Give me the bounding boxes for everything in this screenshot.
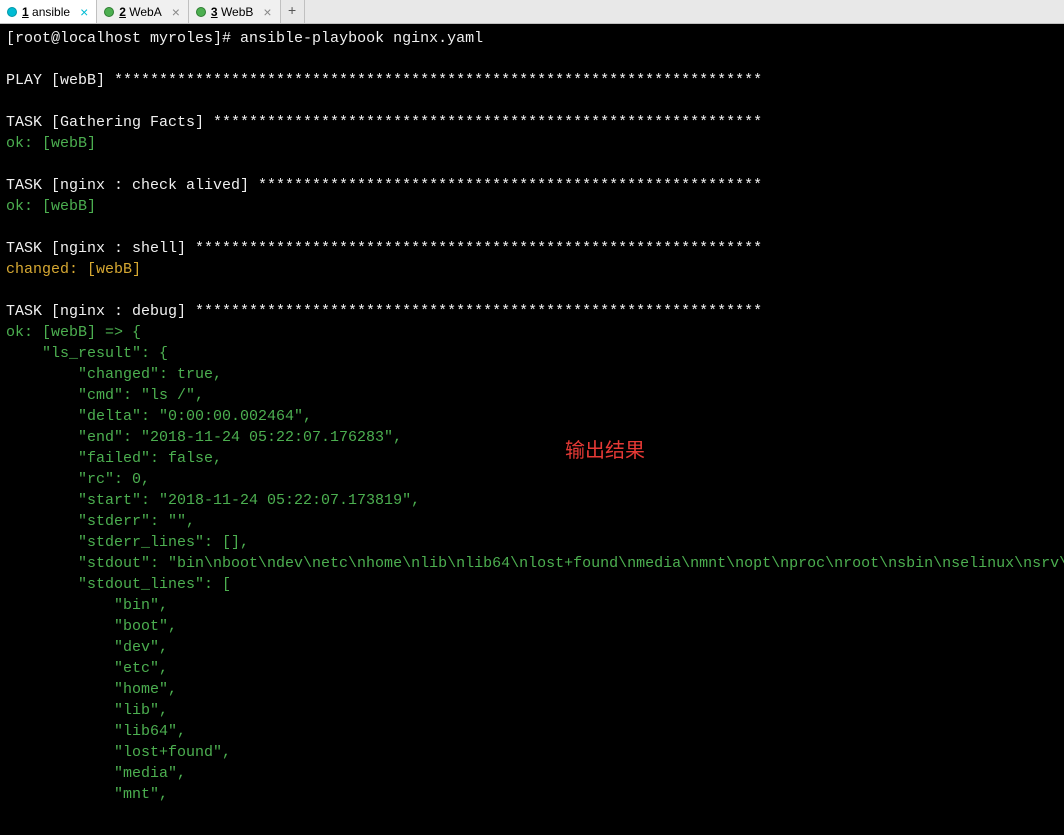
- terminal-line: "ls_result": {: [6, 345, 168, 362]
- terminal-line: "stderr_lines": [],: [6, 534, 249, 551]
- terminal-line: TASK [nginx : debug] *******************…: [6, 303, 762, 320]
- terminal-line: "end": "2018-11-24 05:22:07.176283",: [6, 429, 402, 446]
- terminal-line: TASK [nginx : shell] *******************…: [6, 240, 762, 257]
- shell-prompt: [root@localhost myroles]#: [6, 30, 240, 47]
- terminal-line: "etc",: [6, 660, 168, 677]
- tab-label: 3 WebB: [211, 5, 253, 19]
- terminal-line: "dev",: [6, 639, 168, 656]
- tab-weba[interactable]: 2 WebA ×: [97, 0, 189, 23]
- tab-bar: 1 ansible × 2 WebA × 3 WebB × +: [0, 0, 1064, 24]
- terminal-line: "stderr": "",: [6, 513, 195, 530]
- terminal-line: "lost+found",: [6, 744, 231, 761]
- connection-status-icon: [105, 8, 113, 16]
- tab-ansible[interactable]: 1 ansible ×: [0, 0, 97, 23]
- terminal-line: "lib64",: [6, 723, 186, 740]
- terminal-line: "changed": true,: [6, 366, 222, 383]
- terminal-line: "delta": "0:00:00.002464",: [6, 408, 312, 425]
- terminal-line: "bin",: [6, 597, 168, 614]
- command-text: ansible-playbook nginx.yaml: [240, 30, 483, 47]
- terminal-line: TASK [Gathering Facts] *****************…: [6, 114, 762, 131]
- terminal-line: changed: [webB]: [6, 261, 141, 278]
- close-icon[interactable]: ×: [76, 4, 88, 20]
- new-tab-button[interactable]: +: [281, 0, 305, 23]
- close-icon[interactable]: ×: [168, 4, 180, 20]
- terminal-line: ok: [webB]: [6, 198, 96, 215]
- terminal-output[interactable]: [root@localhost myroles]# ansible-playbo…: [0, 24, 1064, 809]
- tab-webb[interactable]: 3 WebB ×: [189, 0, 281, 23]
- close-icon[interactable]: ×: [259, 4, 271, 20]
- terminal-line: "stdout_lines": [: [6, 576, 231, 593]
- tab-label: 2 WebA: [119, 5, 161, 19]
- terminal-line: "rc": 0,: [6, 471, 150, 488]
- annotation-label: 输出结果: [565, 434, 645, 463]
- terminal-line: "lib",: [6, 702, 168, 719]
- terminal-line: "mnt",: [6, 786, 168, 803]
- terminal-line: "home",: [6, 681, 177, 698]
- terminal-line: "failed": false,: [6, 450, 222, 467]
- tab-label: 1 ansible: [22, 5, 70, 19]
- terminal-line: "cmd": "ls /",: [6, 387, 204, 404]
- terminal-line: "start": "2018-11-24 05:22:07.173819",: [6, 492, 420, 509]
- terminal-line: "boot",: [6, 618, 177, 635]
- terminal-line: ok: [webB] => {: [6, 324, 141, 341]
- terminal-line: "stdout": "bin\nboot\ndev\netc\nhome\nli…: [6, 555, 1064, 572]
- connection-status-icon: [197, 8, 205, 16]
- connection-status-icon: [8, 8, 16, 16]
- terminal-line: PLAY [webB] ****************************…: [6, 72, 762, 89]
- terminal-line: "media",: [6, 765, 186, 782]
- terminal-line: TASK [nginx : check alived] ************…: [6, 177, 762, 194]
- terminal-line: ok: [webB]: [6, 135, 96, 152]
